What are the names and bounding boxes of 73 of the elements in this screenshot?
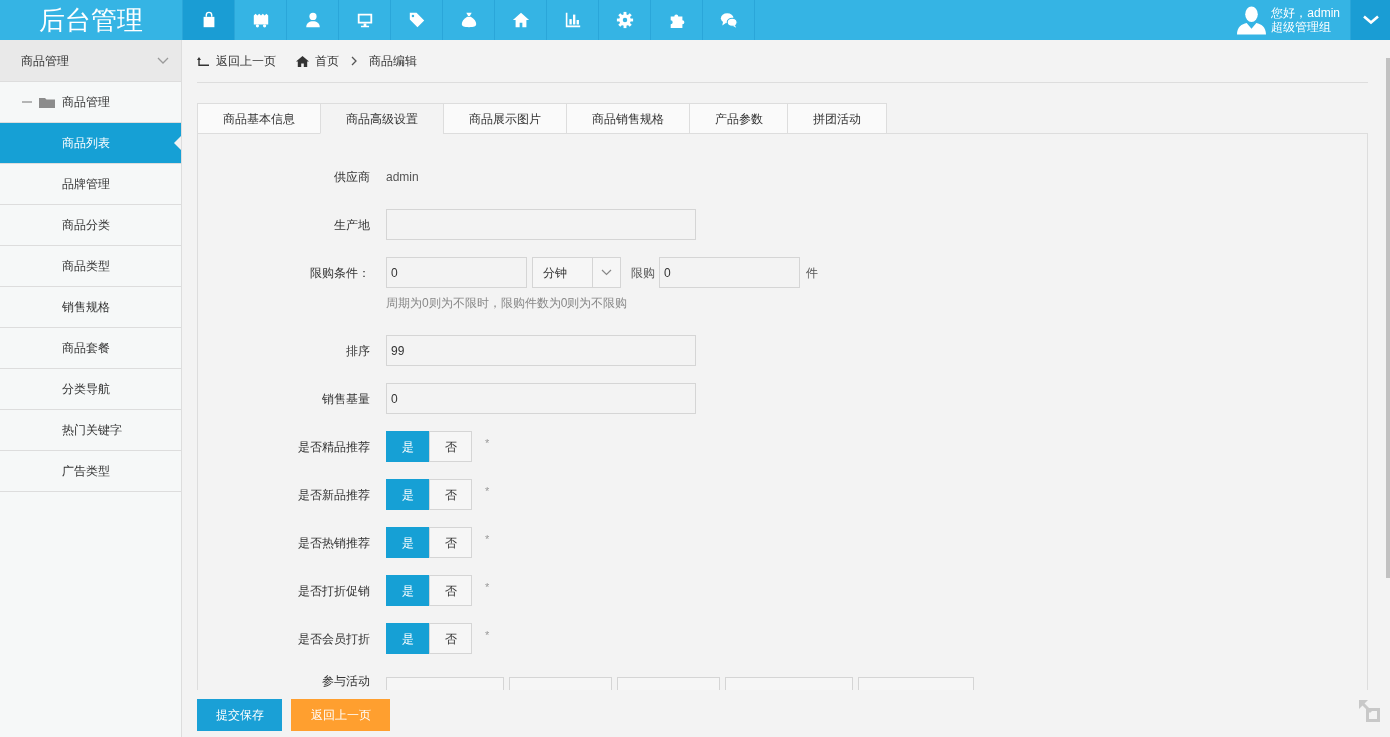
field-label: 供应商 xyxy=(334,168,370,186)
breadcrumb-link[interactable]: 首页 xyxy=(296,52,339,70)
user-avatar-icon xyxy=(1237,5,1267,35)
user-role: 超级管理组 xyxy=(1271,20,1333,34)
sidebar-item[interactable]: 热门关键字 xyxy=(0,410,181,451)
toggle-option[interactable]: 否 xyxy=(429,479,472,510)
tab[interactable]: 商品销售规格 xyxy=(566,103,690,134)
money-bag-icon xyxy=(459,11,478,29)
folder-icon xyxy=(39,96,55,108)
chat-icon xyxy=(719,11,738,29)
required-mark: * xyxy=(485,582,490,593)
sidebar-item[interactable]: 销售规格 xyxy=(0,287,181,328)
home-icon xyxy=(296,55,309,67)
field-label: 是否打折促销 xyxy=(298,582,370,600)
chevron-right-icon xyxy=(351,56,357,66)
required-mark: * xyxy=(485,630,490,641)
expand-arrow-icon xyxy=(1359,700,1381,722)
select-field[interactable]: 分钟 xyxy=(532,257,621,288)
toggle-option[interactable]: 否 xyxy=(429,623,472,654)
field-label: 是否新品推荐 xyxy=(298,486,370,504)
tab[interactable]: 商品基本信息 xyxy=(197,103,321,134)
tab[interactable]: 商品高级设置 xyxy=(320,103,444,134)
sidebar-item[interactable]: 商品类型 xyxy=(0,246,181,287)
field-label: 限购 xyxy=(631,264,655,282)
home-icon xyxy=(511,11,530,29)
sidebar-item[interactable]: 商品分类 xyxy=(0,205,181,246)
input-field[interactable]: 0 xyxy=(659,257,800,288)
nav-button[interactable] xyxy=(182,0,234,40)
shop-icon xyxy=(251,11,270,29)
chevron-down-icon xyxy=(601,269,612,276)
field-label: 是否会员打折 xyxy=(298,630,370,648)
settings-icon xyxy=(615,11,634,29)
monitor-icon xyxy=(355,11,374,29)
tab[interactable]: 产品参数 xyxy=(689,103,788,134)
field-label: 销售基量 xyxy=(322,390,370,408)
scrollbar-thumb[interactable] xyxy=(1386,58,1390,578)
unit-label: 件 xyxy=(806,264,818,282)
tab[interactable]: 拼团活动 xyxy=(787,103,887,134)
user-icon xyxy=(303,11,322,29)
input-field[interactable]: 0 xyxy=(386,383,696,414)
toggle-option[interactable]: 否 xyxy=(429,431,472,462)
dropdown-button[interactable] xyxy=(1350,0,1390,40)
input-field[interactable]: 0 xyxy=(386,257,527,288)
tab[interactable]: 商品展示图片 xyxy=(443,103,567,134)
sidebar-item[interactable]: 商品套餐 xyxy=(0,328,181,369)
required-mark: * xyxy=(485,534,490,545)
input-field[interactable]: 99 xyxy=(386,335,696,366)
toggle-option[interactable]: 否 xyxy=(429,575,472,606)
user-greeting: 您好，admin xyxy=(1271,6,1340,20)
field-label: 是否热销推荐 xyxy=(298,534,370,552)
field-label: 参与活动 xyxy=(322,675,370,688)
input-field[interactable] xyxy=(386,209,696,240)
breadcrumb-current: 商品编辑 xyxy=(369,53,417,70)
required-mark: * xyxy=(485,486,490,497)
required-mark: * xyxy=(485,438,490,449)
field-label: 生产地 xyxy=(334,216,370,234)
chevron-down-icon xyxy=(1362,15,1379,25)
return-arrow-icon xyxy=(197,56,209,66)
field-value: admin xyxy=(386,168,419,186)
back-link[interactable]: 返回上一页 xyxy=(197,52,276,70)
sidebar-item[interactable]: 分类导航 xyxy=(0,369,181,410)
bar-chart-icon xyxy=(563,11,582,29)
field-label: 是否精品推荐 xyxy=(298,438,370,456)
chevron-down-icon xyxy=(157,57,169,64)
toggle-option[interactable]: 否 xyxy=(429,527,472,558)
sidebar-header[interactable]: 商品管理 xyxy=(0,40,181,82)
app-title: 后台管理 xyxy=(39,5,143,35)
field-label: 限购条件： xyxy=(310,264,370,282)
sidebar-item[interactable]: 品牌管理 xyxy=(0,164,181,205)
tag-icon xyxy=(407,11,426,29)
hint-text: 周期为0则为不限时，限购件数为0则为不限购 xyxy=(386,296,628,310)
field-label: 排序 xyxy=(346,342,370,360)
sidebar-item[interactable]: 广告类型 xyxy=(0,451,181,492)
